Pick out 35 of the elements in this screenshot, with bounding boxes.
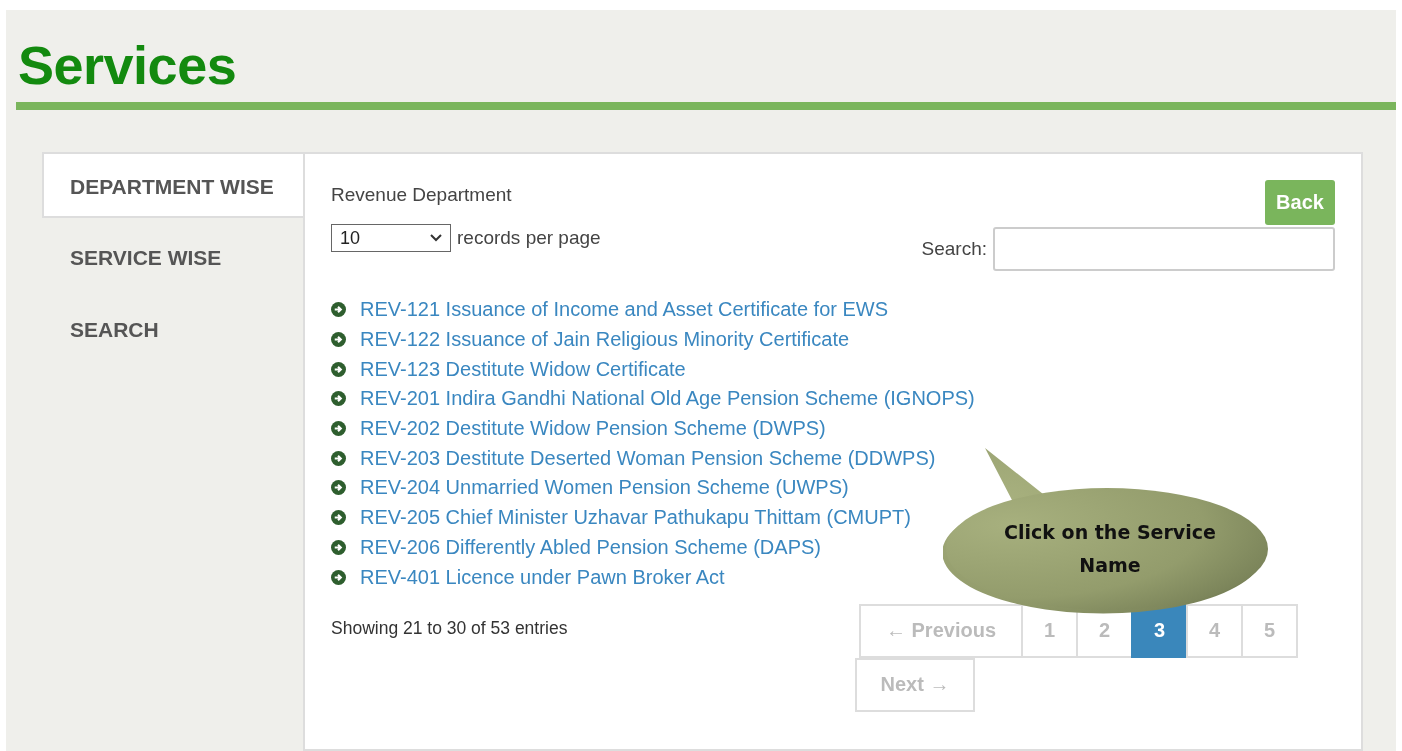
tab[interactable]: SERVICE WISE — [42, 222, 303, 294]
search-field[interactable] — [993, 227, 1335, 271]
page-title: Services — [17, 34, 238, 96]
arrow-circle-icon — [331, 569, 346, 585]
search-label: Search: — [921, 238, 987, 260]
service-link[interactable]: REV-123 Destitute Widow Certificate — [360, 357, 686, 381]
next-button[interactable]: Next → — [855, 657, 975, 712]
entries-info: Showing 21 to 30 of 53 entries — [331, 616, 569, 640]
arrow-circle-icon — [331, 302, 346, 318]
service-link[interactable]: REV-202 Destitute Widow Pension Scheme (DWPS) — [360, 417, 826, 441]
service-link[interactable]: REV-121 Issuance of Income and Asset Certificate for EWS — [360, 298, 889, 322]
arrow-circle-icon — [331, 480, 346, 496]
tab[interactable]: DEPARTMENT WISE — [42, 152, 303, 218]
previous-button[interactable]: ← Previous — [859, 603, 1023, 658]
service-link[interactable]: REV-203 Destitute Deserted Woman Pension Scheme (DDWPS) — [360, 446, 936, 470]
back-button[interactable]: Back — [1265, 180, 1335, 225]
service-link[interactable]: REV-204 Unmarried Women Pension Scheme (UWPS) — [360, 476, 849, 500]
records-label: records per page — [457, 227, 601, 249]
service-link[interactable]: REV-201 Indira Gandhi National Old Age Pension Scheme (IGNOPS) — [360, 387, 975, 411]
arrow-circle-icon — [331, 510, 346, 526]
chevron-icon — [430, 234, 442, 242]
callout-tooltip-text: Click on the Service Name — [1003, 520, 1217, 578]
arrow-circle-icon — [331, 332, 346, 348]
service-link[interactable]: REV-206 Differently Abled Pension Scheme (DAPS) — [360, 535, 821, 559]
arrow-circle-icon — [331, 361, 346, 377]
service-link[interactable]: REV-401 Licence under Pawn Broker Act — [360, 565, 725, 589]
arrow-circle-icon — [331, 391, 346, 407]
arrow-circle-icon — [331, 421, 346, 437]
records-select[interactable]: 10 — [331, 224, 451, 252]
service-link[interactable]: REV-205 Chief Minister Uzhavar Pathukapu Thittam (CMUPT) — [360, 506, 911, 530]
arrow-circle-icon — [331, 450, 346, 466]
service-link[interactable]: REV-122 Issuance of Jain Religious Minority Certificate — [360, 328, 850, 352]
tab[interactable]: SEARCH — [42, 294, 303, 366]
department-title: Revenue Department — [331, 184, 513, 206]
arrow-circle-icon — [331, 539, 346, 555]
